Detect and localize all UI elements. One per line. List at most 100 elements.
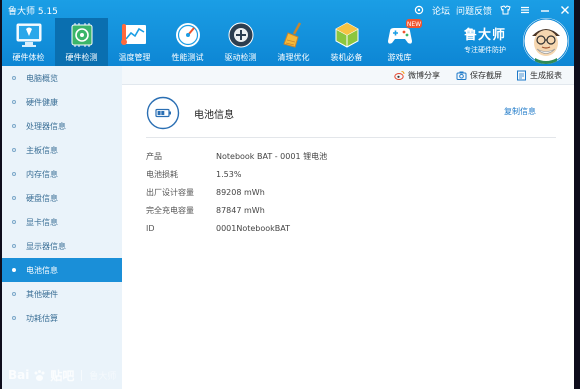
tool-games[interactable]: NEW 游戏库 — [373, 18, 426, 66]
mascot-avatar[interactable] — [523, 18, 569, 64]
bullet-icon — [12, 244, 16, 248]
info-key: 产品 — [146, 151, 162, 161]
sidebar-item-health[interactable]: 硬件健康 — [2, 90, 122, 114]
sidebar-item-label: 显示器信息 — [26, 241, 66, 251]
tool-label: 驱动检测 — [224, 53, 257, 62]
info-row: 出厂设计容量 89208 mWh — [146, 183, 265, 201]
weibo-share-label: 微博分享 — [408, 70, 440, 80]
tool-hardware-detect[interactable]: 硬件检测 — [55, 18, 108, 66]
tool-hardware-checkup[interactable]: 硬件体检 — [2, 18, 55, 66]
tool-temperature[interactable]: 温度管理 — [108, 18, 161, 66]
sidebar-item-disk[interactable]: 硬盘信息 — [2, 186, 122, 210]
save-screenshot-label: 保存截屏 — [470, 70, 502, 80]
weibo-icon — [394, 70, 405, 80]
title-controls: 论坛 问题反馈 — [412, 3, 572, 17]
sidebar-item-label: 功耗估算 — [26, 313, 58, 323]
tool-label: 硬件检测 — [65, 53, 98, 62]
info-value: 87847 mWh — [216, 205, 265, 215]
main-toolbar: 硬件体检 硬件检测 温度管理 性能测试 驱动检测 清理优化 装机必备 NEW 游… — [2, 18, 426, 66]
sidebar-item-label: 电池信息 — [26, 265, 58, 275]
app-window: 鲁大师 5.15 论坛 问题反馈 硬件体检 硬件检测 温度管理 性能测试 驱动检… — [2, 0, 574, 389]
title-toolbar-band: 鲁大师 5.15 论坛 问题反馈 硬件体检 硬件检测 温度管理 性能测试 驱动检… — [2, 0, 574, 66]
brand-name: 鲁大师 — [464, 28, 507, 43]
tool-label: 装机必备 — [330, 53, 363, 62]
sidebar-item-label: 内存信息 — [26, 169, 58, 179]
tool-apps[interactable]: 装机必备 — [320, 18, 373, 66]
sidebar-item-monitor[interactable]: 显示器信息 — [2, 234, 122, 258]
info-value: 1.53% — [216, 169, 242, 179]
sidebar-item-label: 硬件健康 — [26, 97, 58, 107]
new-badge: NEW — [406, 19, 422, 28]
watermark-brand: Bai — [8, 368, 30, 382]
weibo-share-button[interactable]: 微博分享 — [394, 66, 440, 84]
broom-icon — [282, 22, 301, 48]
tool-driver[interactable]: 驱动检测 — [214, 18, 267, 66]
baidu-tieba-watermark: Bai 贴吧 鲁大师 — [8, 366, 116, 384]
sidebar-item-label: 电脑概览 — [26, 73, 58, 83]
sidebar-item-other[interactable]: 其他硬件 — [2, 282, 122, 306]
close-icon[interactable] — [558, 3, 572, 17]
tool-label: 硬件体检 — [12, 53, 45, 62]
sidebar-item-label: 其他硬件 — [26, 289, 58, 299]
mascot-icon — [523, 18, 569, 64]
brand: 鲁大师 专注硬件防护 — [464, 24, 506, 55]
info-value: 0001NotebookBAT — [216, 223, 291, 233]
performance-icon — [175, 23, 200, 47]
tool-label: 性能测试 — [171, 53, 204, 62]
sidebar-item-power[interactable]: 功耗估算 — [2, 306, 122, 330]
sidebar-item-motherboard[interactable]: 主板信息 — [2, 138, 122, 162]
hardware-detect-icon — [71, 23, 92, 47]
watermark-sub: 鲁大师 — [89, 371, 117, 382]
info-row: 完全充电容量 87847 mWh — [146, 201, 265, 219]
generate-report-label: 生成报表 — [530, 70, 562, 80]
sidebar-item-label: 主板信息 — [26, 145, 58, 155]
watermark-brand-tail: 贴吧 — [50, 368, 75, 383]
minimize-icon[interactable] — [538, 3, 552, 17]
divider — [146, 137, 556, 138]
tool-performance[interactable]: 性能测试 — [161, 18, 214, 66]
bullet-icon — [12, 292, 16, 296]
watermark-separator — [81, 369, 83, 381]
bullet-icon — [12, 196, 16, 200]
sidebar-item-cpu[interactable]: 处理器信息 — [2, 114, 122, 138]
bullet-icon — [12, 172, 16, 176]
baidu-paw-icon — [34, 369, 45, 381]
info-key: 电池损耗 — [146, 169, 178, 179]
sidebar-item-overview[interactable]: 电脑概览 — [2, 66, 122, 90]
driver-icon — [228, 22, 253, 48]
sidebar-item-gpu[interactable]: 显卡信息 — [2, 210, 122, 234]
bullet-icon — [12, 220, 16, 224]
bullet-icon — [12, 148, 16, 152]
menu-icon[interactable] — [518, 3, 532, 17]
bullet-icon — [12, 316, 16, 320]
save-screenshot-button[interactable]: 保存截屏 — [456, 66, 502, 84]
sidebar-item-label: 显卡信息 — [26, 217, 58, 227]
info-key: 出厂设计容量 — [146, 187, 194, 197]
bullet-icon — [12, 124, 16, 128]
section-title: 电池信息 — [194, 110, 234, 121]
copy-info-link[interactable]: 复制信息 — [504, 106, 536, 117]
info-row: 产品 Notebook BAT - 0001 锂电池 — [146, 147, 327, 165]
action-bar: 微博分享 保存截屏 生成报表 — [122, 66, 574, 85]
info-key: ID — [146, 223, 155, 233]
tool-label: 温度管理 — [118, 53, 151, 62]
tool-cleanup[interactable]: 清理优化 — [267, 18, 320, 66]
sidebar-item-memory[interactable]: 内存信息 — [2, 162, 122, 186]
tool-label: 清理优化 — [277, 53, 310, 62]
brand-slogan: 专注硬件防护 — [464, 46, 506, 54]
bullet-icon — [12, 100, 16, 104]
generate-report-button[interactable]: 生成报表 — [516, 66, 562, 84]
tool-label: 游戏库 — [387, 53, 412, 62]
temperature-icon — [120, 24, 146, 45]
info-row: ID 0001NotebookBAT — [146, 219, 290, 237]
feedback-link[interactable]: 问题反馈 — [456, 4, 492, 17]
skin-icon[interactable] — [498, 3, 512, 17]
sidebar-item-label: 硬盘信息 — [26, 193, 58, 203]
sidebar-item-battery[interactable]: 电池信息 — [2, 258, 122, 282]
battery-icon — [146, 96, 180, 130]
forum-link[interactable]: 论坛 — [432, 4, 450, 17]
bullet-icon — [12, 268, 16, 272]
forum-icon[interactable] — [412, 3, 426, 17]
hardware-checkup-icon — [16, 23, 41, 47]
camera-icon — [456, 71, 467, 80]
